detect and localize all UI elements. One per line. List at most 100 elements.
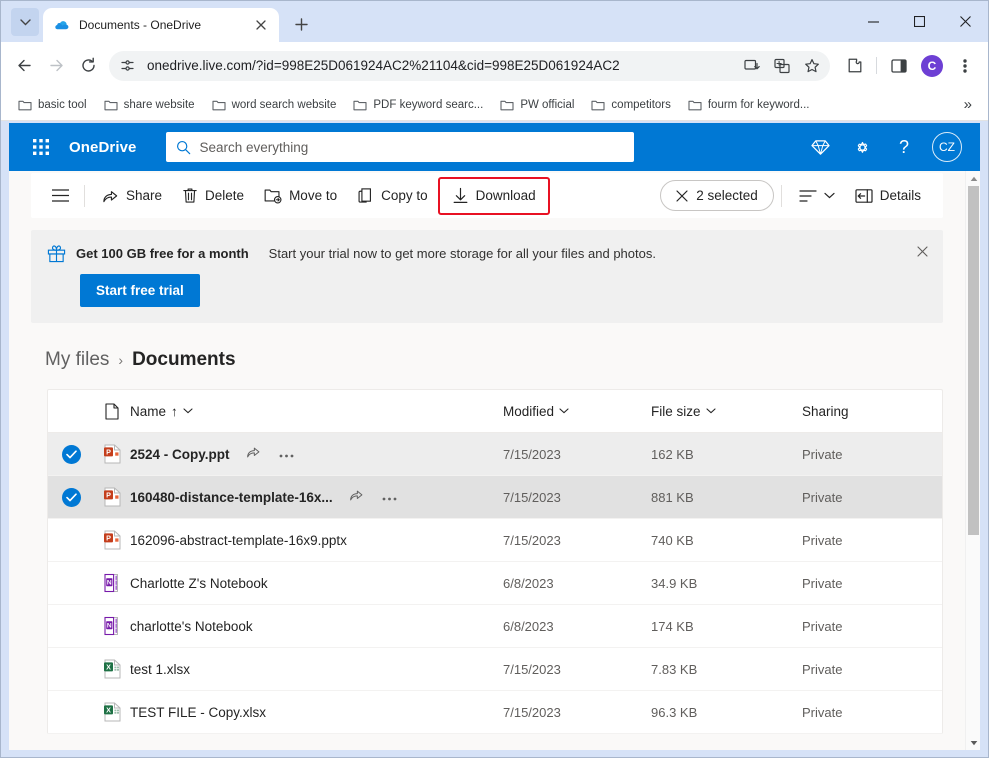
table-row[interactable]: X test 1.xlsx 7/15/2023 7.83 KB Private <box>48 648 942 691</box>
file-name-cell[interactable]: TEST FILE - Copy.xlsx <box>130 705 503 720</box>
file-name-cell[interactable]: Charlotte Z's Notebook <box>130 576 503 591</box>
row-actions <box>246 444 294 464</box>
row-actions <box>349 487 397 507</box>
table-row[interactable]: P 162096-abstract-template-16x9.pptx 7/1… <box>48 519 942 562</box>
file-name[interactable]: test 1.xlsx <box>130 662 190 677</box>
install-app-icon[interactable] <box>738 52 766 80</box>
bookmark-item[interactable]: fourm for keyword... <box>681 95 817 115</box>
move-to-button[interactable]: Move to <box>254 180 347 212</box>
download-button[interactable]: Download <box>437 176 550 215</box>
svg-text:P: P <box>106 534 111 543</box>
onedrive-brand[interactable]: OneDrive <box>69 139 137 156</box>
tab-search-button[interactable] <box>11 8 39 36</box>
file-name-cell[interactable]: charlotte's Notebook <box>130 619 503 634</box>
file-name-cell[interactable]: test 1.xlsx <box>130 662 503 677</box>
bookmark-label: PDF keyword searc... <box>373 98 484 111</box>
side-panel-icon[interactable] <box>884 51 914 81</box>
row-checkbox-checked[interactable] <box>48 444 94 464</box>
powerpoint-file-icon: P <box>94 530 130 550</box>
table-row[interactable]: N Charlotte Z's Notebook 6/8/2023 34.9 K… <box>48 562 942 605</box>
minimize-button[interactable] <box>850 6 896 38</box>
onedrive-content: Share Delete Move to Copy to Download 2 … <box>9 171 965 750</box>
file-name[interactable]: charlotte's Notebook <box>130 619 253 634</box>
nav-menu-icon[interactable] <box>43 180 77 212</box>
delete-button[interactable]: Delete <box>172 180 254 212</box>
bookmark-item[interactable]: word search website <box>205 95 344 115</box>
start-free-trial-button[interactable]: Start free trial <box>80 274 200 307</box>
file-size: 7.83 KB <box>651 661 698 677</box>
delete-label: Delete <box>205 188 245 203</box>
column-header-modified[interactable]: Modified <box>503 404 651 419</box>
file-type-column-icon[interactable] <box>94 402 130 420</box>
row-share-icon[interactable] <box>349 487 364 507</box>
bookmark-item[interactable]: PDF keyword searc... <box>346 95 490 115</box>
file-name[interactable]: 162096-abstract-template-16x9.pptx <box>130 533 347 548</box>
file-name-cell[interactable]: 2524 - Copy.ppt <box>130 444 503 464</box>
column-header-name[interactable]: Name ↑ <box>130 404 503 419</box>
file-name[interactable]: 160480-distance-template-16x... <box>130 490 333 505</box>
file-name[interactable]: TEST FILE - Copy.xlsx <box>130 705 266 720</box>
view-options-button[interactable] <box>789 180 845 212</box>
address-bar[interactable]: onedrive.live.com/?id=998E25D061924AC2%2… <box>109 50 830 81</box>
forward-icon[interactable] <box>41 51 71 81</box>
extensions-icon[interactable] <box>839 51 869 81</box>
table-row[interactable]: P 160480-distance-template-16x... 7/15/2… <box>48 476 942 519</box>
bookmarks-overflow-button[interactable]: » <box>958 94 978 115</box>
promo-close-icon[interactable] <box>913 242 931 260</box>
file-name[interactable]: Charlotte Z's Notebook <box>130 576 268 591</box>
table-row[interactable]: X TEST FILE - Copy.xlsx 7/15/2023 96.3 K… <box>48 691 942 734</box>
reload-icon[interactable] <box>73 51 103 81</box>
share-icon <box>103 191 118 203</box>
chrome-menu-icon[interactable] <box>950 51 980 81</box>
file-name-cell[interactable]: 160480-distance-template-16x... <box>130 487 503 507</box>
row-checkbox-checked[interactable] <box>48 487 94 507</box>
file-modified: 6/8/2023 <box>503 575 554 591</box>
search-input[interactable]: Search everything <box>165 132 634 162</box>
table-row[interactable]: P 2524 - Copy.ppt 7/15/2023 162 KB Priva… <box>48 433 942 476</box>
promo-text-line: Get 100 GB free for a month Start your t… <box>47 244 927 263</box>
selection-count-button[interactable]: 2 selected <box>660 180 774 211</box>
details-button[interactable]: Details <box>845 180 931 212</box>
app-launcher-icon[interactable] <box>21 127 61 167</box>
tab-strip: Documents - OneDrive <box>1 1 988 42</box>
bookmark-item[interactable]: competitors <box>584 95 677 115</box>
maximize-button[interactable] <box>896 6 942 38</box>
scrollbar-thumb[interactable] <box>968 186 979 535</box>
column-header-sharing[interactable]: Sharing <box>802 404 942 419</box>
folder-icon <box>688 100 702 110</box>
browser-tab[interactable]: Documents - OneDrive <box>43 8 279 42</box>
copy-to-button[interactable]: Copy to <box>347 180 438 212</box>
share-button[interactable]: Share <box>92 180 172 212</box>
site-settings-icon[interactable] <box>114 53 140 79</box>
row-share-icon[interactable] <box>246 444 261 464</box>
breadcrumb-my-files[interactable]: My files <box>45 349 109 371</box>
translate-icon[interactable] <box>768 52 796 80</box>
table-row[interactable]: N charlotte's Notebook 6/8/2023 174 KB P… <box>48 605 942 648</box>
user-avatar[interactable]: CZ <box>932 132 962 162</box>
tab-close-icon[interactable] <box>251 15 271 35</box>
close-button[interactable] <box>942 6 988 38</box>
profile-avatar[interactable]: C <box>921 54 943 77</box>
svg-text:N: N <box>106 580 111 587</box>
bookmark-item[interactable]: PW official <box>493 95 581 115</box>
help-question-icon[interactable]: ? <box>890 133 918 161</box>
page-scrollbar[interactable] <box>965 171 980 750</box>
bookmark-item[interactable]: share website <box>97 95 202 115</box>
svg-text:P: P <box>106 448 111 457</box>
share-label: Share <box>126 188 163 203</box>
settings-gear-icon[interactable] <box>848 133 876 161</box>
column-header-file-size[interactable]: File size <box>651 404 802 419</box>
bookmark-item[interactable]: basic tool <box>11 95 94 115</box>
file-name[interactable]: 2524 - Copy.ppt <box>130 447 230 462</box>
browser-toolbar: onedrive.live.com/?id=998E25D061924AC2%2… <box>1 42 988 89</box>
new-tab-button[interactable] <box>287 10 315 38</box>
bookmark-star-icon[interactable] <box>798 52 826 80</box>
back-icon[interactable] <box>9 51 39 81</box>
row-more-options-icon[interactable] <box>382 488 397 506</box>
browser-window: Documents - OneDrive onedrive.live.com/?… <box>0 0 989 758</box>
scroll-up-arrow[interactable] <box>966 171 980 186</box>
scroll-down-arrow[interactable] <box>966 735 980 750</box>
diamond-premium-icon[interactable] <box>806 133 834 161</box>
row-more-options-icon[interactable] <box>279 445 294 463</box>
file-name-cell[interactable]: 162096-abstract-template-16x9.pptx <box>130 533 503 548</box>
